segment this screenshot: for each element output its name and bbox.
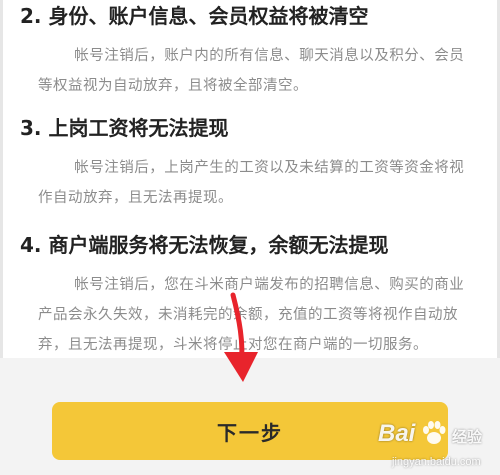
term-description: 帐号注销后，上岗产生的工资以及未结算的工资等资金将视作自动放弃，且无法再提现。 bbox=[38, 160, 465, 206]
cancellation-terms-list: 2. 身份、账户信息、会员权益将被清空 帐号注销后，账户内的所有信息、聊天消息以… bbox=[0, 0, 500, 360]
term-title: 2. 身份、账户信息、会员权益将被清空 bbox=[20, 4, 369, 28]
term-title: 4. 商户端服务将无法恢复，余额无法提现 bbox=[20, 233, 389, 257]
term-description: 帐号注销后，您在斗米商户端发布的招聘信息、购买的商业产品会永久失效，未消耗完的余… bbox=[38, 277, 465, 353]
paw-logo-icon bbox=[423, 421, 446, 444]
watermark-brand: Bai bbox=[378, 420, 416, 447]
term-description: 帐号注销后，账户内的所有信息、聊天消息以及积分、会员等权益视为自动放弃，且将被全… bbox=[38, 48, 465, 94]
account-cancellation-screen: 2. 身份、账户信息、会员权益将被清空 帐号注销后，账户内的所有信息、聊天消息以… bbox=[0, 0, 500, 475]
watermark-url: jingyan.baidu.com bbox=[392, 456, 481, 468]
term-title: 3. 上岗工资将无法提现 bbox=[20, 116, 229, 140]
baidu-jingyan-watermark: Bai 经验 jingyan.baidu.com bbox=[372, 418, 498, 473]
watermark-label: 经验 bbox=[452, 428, 483, 446]
